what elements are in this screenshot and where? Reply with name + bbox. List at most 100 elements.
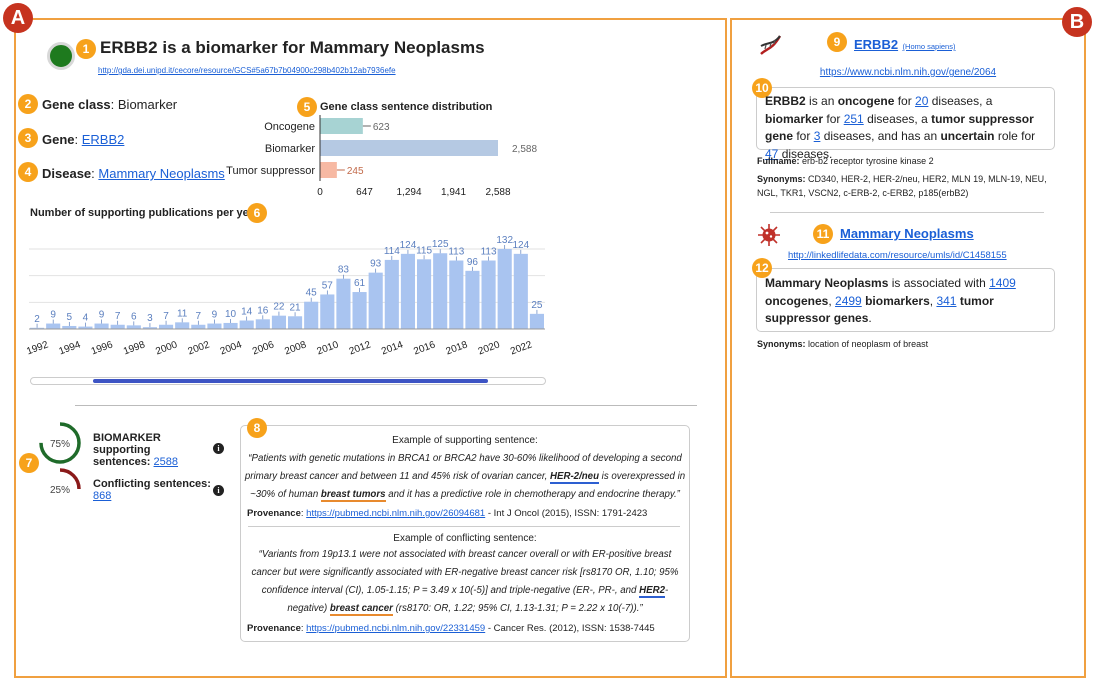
year-tick-label: 2008 — [283, 339, 308, 357]
value-label: 124 — [512, 240, 529, 251]
badge-1: 1 — [76, 39, 96, 59]
bar — [529, 313, 544, 329]
gene-class-label: Gene class — [42, 97, 111, 112]
oncogene-count-link[interactable]: 20 — [915, 94, 928, 108]
year-tick-label: 2004 — [219, 339, 244, 357]
value-label: 9 — [99, 310, 105, 321]
biomarker-count-link[interactable]: 2588 — [154, 456, 178, 468]
species-link[interactable]: (Homo sapiens) — [903, 42, 956, 51]
gene-row: Gene: ERBB2 — [42, 132, 125, 147]
ncbi-gene-link[interactable]: https://www.ncbi.nlm.nih.gov/gene/2064 — [730, 67, 1086, 78]
tick-label: 647 — [356, 187, 373, 198]
umls-link[interactable]: http://linkedlifedata.com/resource/umls/… — [788, 250, 1007, 261]
year-tick-label: 2022 — [509, 339, 534, 357]
bar — [126, 325, 141, 329]
biomarker-gauge: 75% — [39, 422, 81, 464]
disease-tsg-link[interactable]: 341 — [936, 294, 956, 308]
badge-11: 11 — [813, 224, 833, 244]
year-tick-label: 2012 — [348, 339, 373, 357]
label-b: B — [1062, 7, 1092, 37]
year-tick-label: 1996 — [90, 339, 115, 357]
gene-fullname: Fullname: erb-b2 receptor tyrosine kinas… — [757, 156, 934, 166]
value-label: 113 — [448, 247, 464, 258]
biomarker-text: BIOMARKER supporting sentences: 2588 — [93, 432, 203, 468]
support-provenance: Provenance: https://pubmed.ncbi.nlm.nih.… — [247, 508, 648, 519]
bar — [320, 140, 498, 156]
gene-name-link[interactable]: ERBB2 — [854, 37, 898, 52]
biomarker-diseases-link[interactable]: 251 — [844, 112, 864, 126]
support-pubmed-link[interactable]: https://pubmed.ncbi.nlm.nih.gov/26094681 — [306, 508, 485, 519]
value-label: 21 — [290, 302, 302, 313]
bar — [175, 322, 190, 329]
gene-class-row: Gene class: Biomarker — [42, 97, 178, 112]
conflict-count-link[interactable]: 868 — [93, 490, 111, 502]
disease-row: Disease: Mammary Neoplasms — [42, 166, 225, 181]
conflict-heading: Example of conflicting sentence: — [393, 533, 537, 544]
biomarker-label: BIOMARKER supporting sentences: — [93, 432, 161, 468]
bar — [320, 118, 363, 134]
right-divider — [770, 212, 1044, 213]
bar — [191, 324, 206, 329]
disease-biomarkers-link[interactable]: 2499 — [835, 294, 862, 308]
bar — [417, 259, 432, 329]
value-label: 57 — [322, 280, 334, 291]
gcs-url-link[interactable]: http://gda.dei.unipd.it/cecore/resource/… — [98, 66, 396, 75]
badge-9: 9 — [827, 32, 847, 52]
gene-label: Gene — [42, 132, 75, 147]
category-label: Biomarker — [265, 143, 315, 155]
bar — [336, 278, 351, 329]
conflict-info-icon[interactable]: i — [213, 485, 224, 496]
tick-label: 1,294 — [396, 187, 421, 198]
value-label: 7 — [196, 311, 202, 322]
gene-link[interactable]: ERBB2 — [82, 132, 125, 147]
chart-scrollbar[interactable] — [30, 377, 546, 385]
disease-oncogenes-link[interactable]: 1409 — [989, 276, 1016, 290]
badge-2: 2 — [18, 94, 38, 114]
value-label: 83 — [338, 265, 350, 276]
bar — [481, 260, 496, 329]
gene-class-chart: Oncogene 623 Biomarker 2,588 Tumor suppresso… — [226, 115, 537, 198]
value-label: 623 — [373, 122, 390, 133]
biomarker-info-icon[interactable]: i — [213, 443, 224, 454]
year-tick-label: 1994 — [57, 339, 82, 357]
tick-label: 2,588 — [485, 187, 510, 198]
bar — [433, 253, 448, 329]
value-label: 113 — [481, 247, 497, 258]
value-label: 6 — [131, 311, 137, 322]
conflict-sentence: “Variants from 19p13.1 were not associat… — [251, 549, 679, 616]
support-heading: Example of supporting sentence: — [392, 435, 538, 446]
conflict-pubmed-link[interactable]: https://pubmed.ncbi.nlm.nih.gov/22331459 — [306, 623, 485, 634]
value-label: 16 — [257, 305, 269, 316]
bar — [449, 260, 464, 329]
category-label: Tumor suppressor — [226, 165, 315, 177]
value-label: 3 — [147, 313, 153, 324]
value-label: 10 — [225, 309, 237, 320]
gene-class-value: Biomarker — [117, 97, 178, 112]
value-label: 14 — [241, 307, 253, 318]
tick-label: 1,941 — [441, 187, 466, 198]
value-label: 11 — [177, 308, 188, 319]
conflict-gene-highlight: HER2 — [639, 585, 665, 598]
bar — [513, 253, 528, 329]
bar — [94, 323, 109, 329]
support-gene-highlight: HER-2/neu — [550, 471, 599, 484]
badge-3: 3 — [18, 128, 38, 148]
value-label: 4 — [83, 313, 89, 324]
year-tick-label: 1998 — [122, 339, 147, 357]
gene-synonyms: Synonyms: CD340, HER-2, HER-2/neu, HER2,… — [757, 174, 1047, 198]
bar — [46, 323, 61, 329]
value-label: 61 — [354, 278, 366, 289]
conflict-provenance: Provenance: https://pubmed.ncbi.nlm.nih.… — [247, 623, 655, 634]
divider — [75, 405, 697, 406]
bar — [320, 294, 335, 329]
scrollbar-thumb[interactable] — [93, 379, 488, 383]
value-label: 7 — [163, 311, 169, 322]
tick-label: 0 — [317, 187, 323, 198]
disease-label: Disease — [42, 166, 92, 181]
disease-name-link[interactable]: Mammary Neoplasms — [840, 226, 974, 241]
bar — [255, 319, 270, 329]
value-label: 45 — [306, 288, 318, 299]
gene-header: ERBB2 (Homo sapiens) — [854, 36, 955, 54]
value-label: 7 — [115, 311, 121, 322]
conflict-label: Conflicting sentences: — [93, 478, 211, 490]
